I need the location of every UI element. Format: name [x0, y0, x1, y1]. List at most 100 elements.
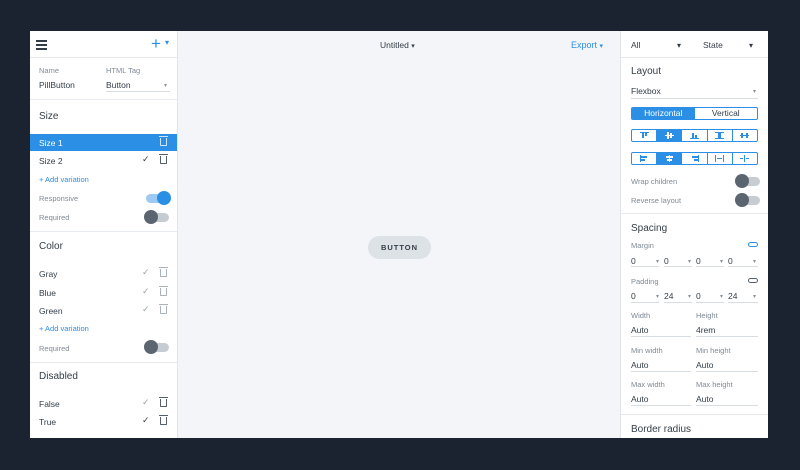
- chevron-down-icon[interactable]: ▾: [688, 258, 691, 265]
- align-top-icon: [639, 132, 649, 139]
- filter-state-select[interactable]: State: [703, 40, 723, 50]
- reverse-layout-toggle[interactable]: [735, 193, 760, 207]
- trash-icon[interactable]: [159, 286, 168, 296]
- check-icon[interactable]: ✓: [142, 415, 150, 426]
- justify-between-button[interactable]: [708, 153, 733, 164]
- export-button[interactable]: Export ▾: [571, 40, 603, 50]
- direction-horizontal[interactable]: Horizontal: [632, 108, 695, 119]
- max-height-input[interactable]: Auto: [696, 394, 714, 404]
- align-stretch-button[interactable]: [708, 130, 733, 141]
- margin-right-input[interactable]: 0: [664, 256, 669, 266]
- chevron-down-icon[interactable]: ▾: [753, 88, 756, 95]
- direction-toggle: Horizontal Vertical: [631, 107, 758, 120]
- display-select[interactable]: Flexbox: [631, 86, 661, 96]
- check-icon[interactable]: ✓: [142, 397, 150, 408]
- max-width-label: Max width: [631, 380, 665, 389]
- export-label: Export: [571, 40, 598, 50]
- add-variation-link[interactable]: + Add variation: [39, 175, 89, 184]
- add-variation-link[interactable]: + Add variation: [39, 324, 89, 333]
- disabled-item-label: False: [39, 399, 60, 409]
- height-input[interactable]: 4rem: [696, 325, 715, 335]
- link-icon[interactable]: [748, 278, 758, 283]
- required-label: Required: [39, 344, 70, 353]
- input-underline: [664, 302, 692, 303]
- size-item[interactable]: Size 1: [30, 134, 177, 151]
- disabled-item[interactable]: False ✓: [30, 395, 177, 412]
- document-title[interactable]: Untitled ▾: [380, 40, 415, 50]
- chevron-down-icon[interactable]: ▾: [720, 258, 723, 265]
- color-item[interactable]: Green ✓: [30, 302, 177, 319]
- align-bottom-icon: [690, 132, 699, 139]
- chevron-down-icon[interactable]: ▾: [165, 38, 169, 47]
- required-toggle[interactable]: [144, 340, 169, 354]
- justify-end-button[interactable]: [682, 153, 708, 164]
- max-width-input[interactable]: Auto: [631, 394, 649, 404]
- chevron-down-icon[interactable]: ▾: [688, 293, 691, 300]
- direction-vertical[interactable]: Vertical: [695, 108, 758, 119]
- menu-icon[interactable]: [36, 40, 47, 50]
- input-underline: [696, 405, 758, 406]
- input-underline: [631, 266, 659, 267]
- justify-start-button[interactable]: [632, 153, 658, 164]
- trash-icon[interactable]: [159, 397, 168, 407]
- padding-left-input[interactable]: 24: [728, 291, 737, 301]
- preview-button[interactable]: BUTTON: [368, 236, 431, 259]
- padding-top-input[interactable]: 0: [631, 291, 636, 301]
- component-header: Name HTML Tag PillButton Button ▾: [30, 58, 177, 100]
- align-start-button[interactable]: [632, 130, 658, 141]
- color-item[interactable]: Blue ✓: [30, 284, 177, 301]
- trash-icon[interactable]: [159, 415, 168, 425]
- link-icon[interactable]: [748, 242, 758, 247]
- chevron-down-icon[interactable]: ▾: [656, 258, 659, 265]
- responsive-toggle[interactable]: [146, 191, 171, 205]
- toggle-knob: [735, 174, 749, 188]
- responsive-label: Responsive: [39, 194, 79, 203]
- size-item[interactable]: Size 2 ✓: [30, 152, 177, 169]
- min-width-input[interactable]: Auto: [631, 360, 649, 370]
- name-field[interactable]: PillButton: [39, 80, 75, 90]
- check-icon[interactable]: ✓: [142, 286, 150, 297]
- padding-bottom-input[interactable]: 0: [696, 291, 701, 301]
- trash-icon[interactable]: [159, 267, 168, 277]
- html-tag-select[interactable]: Button: [106, 80, 131, 90]
- chevron-down-icon[interactable]: ▾: [656, 293, 659, 300]
- align-end-button[interactable]: [682, 130, 708, 141]
- wrap-children-toggle[interactable]: [735, 174, 760, 188]
- document-title-text: Untitled: [380, 40, 409, 50]
- check-icon[interactable]: ✓: [142, 304, 150, 315]
- reverse-layout-label: Reverse layout: [631, 196, 682, 205]
- justify-center-button[interactable]: [657, 153, 683, 164]
- trash-icon[interactable]: [159, 154, 168, 164]
- disabled-item[interactable]: True ✓: [30, 413, 177, 430]
- align-center-button[interactable]: [657, 130, 683, 141]
- chevron-down-icon[interactable]: ▾: [720, 293, 723, 300]
- min-height-input[interactable]: Auto: [696, 360, 714, 370]
- check-icon[interactable]: ✓: [142, 154, 150, 165]
- justify-around-button[interactable]: [733, 153, 757, 164]
- chevron-down-icon[interactable]: ▾: [164, 82, 167, 89]
- margin-top-input[interactable]: 0: [631, 256, 636, 266]
- margin-left-input[interactable]: 0: [728, 256, 733, 266]
- padding-right-input[interactable]: 24: [664, 291, 673, 301]
- input-underline: [664, 266, 692, 267]
- left-toolbar: + ▾: [30, 31, 177, 58]
- width-input[interactable]: Auto: [631, 325, 649, 335]
- trash-icon[interactable]: [159, 304, 168, 314]
- margin-bottom-input[interactable]: 0: [696, 256, 701, 266]
- color-item[interactable]: Gray ✓: [30, 265, 177, 282]
- check-icon[interactable]: ✓: [142, 267, 150, 278]
- chevron-down-icon[interactable]: ▾: [749, 41, 753, 50]
- add-icon[interactable]: +: [151, 35, 161, 52]
- tag-underline: [106, 91, 170, 92]
- chevron-down-icon: ▾: [411, 43, 415, 50]
- align-baseline-button[interactable]: [733, 130, 757, 141]
- chevron-down-icon[interactable]: ▾: [753, 258, 756, 265]
- trash-icon[interactable]: [159, 136, 168, 146]
- color-item-label: Gray: [39, 269, 58, 279]
- min-height-label: Min height: [696, 346, 731, 355]
- chevron-down-icon[interactable]: ▾: [753, 293, 756, 300]
- filter-all-select[interactable]: All: [631, 40, 640, 50]
- chevron-down-icon[interactable]: ▾: [677, 41, 681, 50]
- color-item-label: Green: [39, 306, 63, 316]
- required-toggle[interactable]: [144, 210, 169, 224]
